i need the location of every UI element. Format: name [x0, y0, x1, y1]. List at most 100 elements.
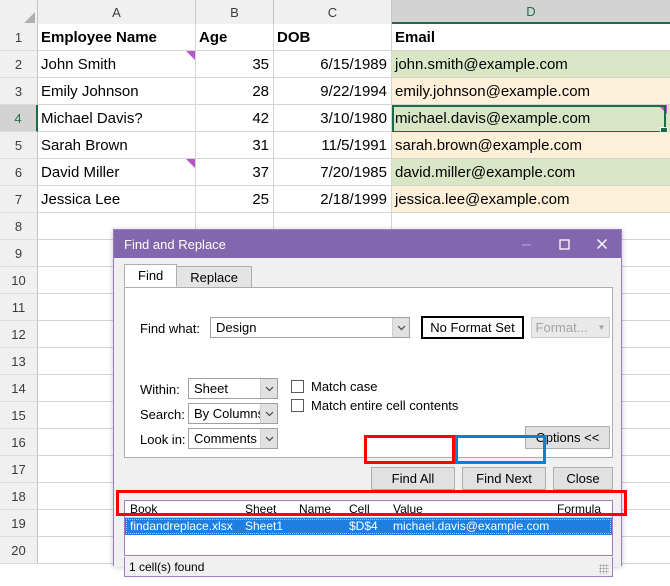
cell-d2[interactable]: john.smith@example.com	[392, 51, 670, 78]
row-header-20[interactable]: 20	[0, 537, 38, 564]
row-header-18[interactable]: 18	[0, 483, 38, 510]
results-row-0[interactable]: findandreplace.xlsx Sheet1 $D$4 michael.…	[125, 518, 612, 535]
within-select[interactable]: Sheet	[188, 378, 278, 399]
row-header-16[interactable]: 16	[0, 429, 38, 456]
cell-c3[interactable]: 9/22/1994	[274, 78, 392, 105]
row-header-6[interactable]: 6	[0, 159, 38, 186]
row-header-9[interactable]: 9	[0, 240, 38, 267]
cell-b1[interactable]: Age	[196, 24, 274, 51]
cell-b2[interactable]: 35	[196, 51, 274, 78]
find-and-replace-dialog: Find and Replace Find Replace Find what:	[113, 229, 622, 577]
cell-a3[interactable]: Emily Johnson	[38, 78, 196, 105]
cell-c2-text: 6/15/1989	[320, 55, 387, 73]
cell-d3[interactable]: emily.johnson@example.com	[392, 78, 670, 105]
row-header-2[interactable]: 2	[0, 51, 38, 78]
look-in-select[interactable]: Comments	[188, 428, 278, 449]
cell-d7[interactable]: jessica.lee@example.com	[392, 186, 670, 213]
row-header-8[interactable]: 8	[0, 213, 38, 240]
column-header-b-label: B	[230, 4, 239, 20]
select-all-corner[interactable]	[0, 0, 38, 24]
cell-b3[interactable]: 28	[196, 78, 274, 105]
dialog-body: Find Replace Find what: Design No Format…	[114, 258, 621, 577]
cell-b5[interactable]: 31	[196, 132, 274, 159]
cell-b7[interactable]: 25	[196, 186, 274, 213]
chevron-down-icon[interactable]	[260, 429, 277, 448]
results-column-cell: Cell	[349, 502, 370, 516]
row-header-20-label: 20	[11, 542, 26, 558]
cell-a1[interactable]: Employee Name	[38, 24, 196, 51]
row-header-11-label: 11	[11, 299, 26, 315]
find-all-button[interactable]: Find All	[371, 467, 455, 490]
cell-d4-text: michael.davis@example.com	[395, 109, 591, 127]
column-header-c[interactable]: C	[274, 0, 392, 24]
cell-d5[interactable]: sarah.brown@example.com	[392, 132, 670, 159]
options-button[interactable]: Options <<	[525, 426, 610, 449]
cell-c3-text: 9/22/1994	[320, 82, 387, 100]
search-select[interactable]: By Columns	[188, 403, 278, 424]
find-results-list[interactable]: Book Sheet Name Cell Value Formula finda…	[124, 500, 613, 556]
row-header-7-label: 7	[14, 191, 23, 207]
resize-grip-icon[interactable]	[599, 564, 609, 574]
cell-c4[interactable]: 3/10/1980	[274, 105, 392, 132]
results-header-row: Book Sheet Name Cell Value Formula	[125, 501, 612, 518]
row-header-15[interactable]: 15	[0, 402, 38, 429]
chevron-down-icon[interactable]	[260, 404, 277, 423]
cell-a6[interactable]: David Miller	[38, 159, 196, 186]
dialog-title-bar[interactable]: Find and Replace	[114, 230, 621, 258]
row-header-5-label: 5	[14, 137, 23, 153]
find-next-button[interactable]: Find Next	[462, 467, 546, 490]
results-column-formula: Formula	[557, 502, 602, 516]
cell-b4[interactable]: 42	[196, 105, 274, 132]
cell-d4[interactable]: michael.davis@example.com	[392, 105, 670, 132]
cell-a5-text: Sarah Brown	[41, 136, 128, 154]
results-row-0-value: michael.davis@example.com	[393, 519, 550, 533]
format-label: Format...	[535, 320, 588, 335]
cell-a7-text: Jessica Lee	[41, 190, 121, 208]
tab-replace[interactable]: Replace	[176, 266, 252, 287]
row-header-8-label: 8	[14, 218, 23, 234]
column-header-b[interactable]: B	[196, 0, 274, 24]
row-header-4[interactable]: 4	[0, 105, 38, 132]
cell-d1[interactable]: Email	[392, 24, 670, 51]
minimize-icon[interactable]	[507, 230, 545, 258]
match-case-checkbox[interactable]: Match case	[291, 379, 377, 394]
tab-find[interactable]: Find	[124, 264, 178, 287]
find-what-input[interactable]: Design	[210, 317, 410, 338]
row-header-1[interactable]: 1	[0, 24, 38, 51]
column-header-a[interactable]: A	[38, 0, 196, 24]
tab-replace-label: Replace	[190, 269, 238, 285]
close-icon[interactable]	[583, 230, 621, 258]
row-header-10[interactable]: 10	[0, 267, 38, 294]
chevron-down-icon[interactable]	[392, 318, 409, 337]
row-header-12[interactable]: 12	[0, 321, 38, 348]
cell-c5[interactable]: 11/5/1991	[274, 132, 392, 159]
window-controls	[507, 230, 621, 258]
row-header-19[interactable]: 19	[0, 510, 38, 537]
maximize-icon[interactable]	[545, 230, 583, 258]
chevron-down-icon[interactable]	[260, 379, 277, 398]
format-button[interactable]: Format... ▼	[531, 317, 610, 338]
cell-a5[interactable]: Sarah Brown	[38, 132, 196, 159]
cell-a7[interactable]: Jessica Lee	[38, 186, 196, 213]
row-header-13[interactable]: 13	[0, 348, 38, 375]
cell-a2[interactable]: John Smith	[38, 51, 196, 78]
no-format-set-button[interactable]: No Format Set	[421, 316, 524, 339]
cell-b6[interactable]: 37	[196, 159, 274, 186]
row-header-11[interactable]: 11	[0, 294, 38, 321]
cell-c1[interactable]: DOB	[274, 24, 392, 51]
cell-c2[interactable]: 6/15/1989	[274, 51, 392, 78]
match-entire-cell-checkbox[interactable]: Match entire cell contents	[291, 398, 458, 413]
row-header-7[interactable]: 7	[0, 186, 38, 213]
cell-c7[interactable]: 2/18/1999	[274, 186, 392, 213]
row-header-14[interactable]: 14	[0, 375, 38, 402]
row-header-3[interactable]: 3	[0, 78, 38, 105]
no-format-set-label: No Format Set	[430, 320, 515, 335]
cell-d6[interactable]: david.miller@example.com	[392, 159, 670, 186]
close-button[interactable]: Close	[553, 467, 613, 490]
row-header-5[interactable]: 5	[0, 132, 38, 159]
row-header-17[interactable]: 17	[0, 456, 38, 483]
cell-c6[interactable]: 7/20/1985	[274, 159, 392, 186]
cell-a4[interactable]: Michael Davis?	[38, 105, 196, 132]
column-header-d[interactable]: D	[392, 0, 670, 24]
row-header-2-label: 2	[14, 56, 23, 72]
